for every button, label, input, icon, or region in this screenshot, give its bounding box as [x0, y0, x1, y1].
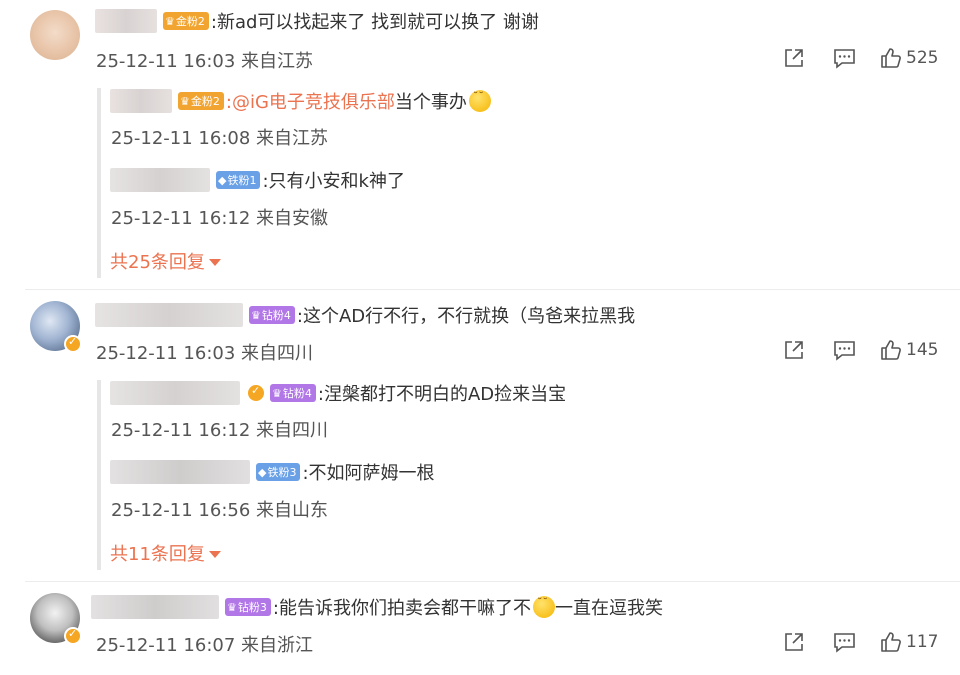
like-icon	[881, 632, 901, 652]
like-button[interactable]: 525	[880, 47, 938, 69]
username[interactable]	[110, 168, 210, 192]
share-icon	[785, 49, 803, 67]
reply-meta: 25-12-11 16:08 来自江苏	[111, 128, 329, 149]
like-button[interactable]: 145	[880, 339, 938, 361]
comment-text: 一直在逗我笑	[554, 598, 663, 619]
reply-thread-line	[97, 380, 101, 570]
verified-icon	[64, 335, 82, 353]
like-button[interactable]: 117	[880, 631, 938, 653]
reply-line: ◆ 铁粉1 :只有小安和k神了	[110, 167, 405, 193]
fan-badge[interactable]: ♛ 金粉2	[163, 12, 209, 30]
share-icon	[785, 633, 803, 651]
fan-badge[interactable]: ♛ 钻粉4	[249, 306, 295, 324]
comment-meta: 25-12-11 16:07 来自浙江	[96, 635, 314, 656]
username[interactable]	[95, 303, 243, 327]
share-button[interactable]	[783, 47, 805, 69]
crown-icon: ♛	[180, 94, 190, 108]
fan-badge[interactable]: ◆ 铁粉3	[256, 463, 301, 481]
crown-icon: ♛	[251, 308, 261, 322]
comment-meta: 25-12-11 16:03 来自四川	[96, 343, 314, 364]
username[interactable]	[110, 381, 240, 405]
fan-badge[interactable]: ♛ 钻粉3	[225, 598, 271, 616]
verified-icon	[64, 627, 82, 645]
share-button[interactable]	[783, 631, 805, 653]
comment-meta: 25-12-11 16:03 来自江苏	[96, 51, 314, 72]
crown-icon: ♛	[227, 600, 237, 614]
like-count: 117	[906, 632, 939, 652]
share-icon	[785, 341, 803, 359]
comment-text: :新ad可以找起来了 找到就可以换了 谢谢	[210, 12, 539, 33]
reply-text: :不如阿萨姆一根	[302, 463, 435, 484]
comment-icon	[834, 633, 855, 653]
username[interactable]	[91, 595, 219, 619]
like-icon	[881, 340, 901, 360]
verified-icon	[248, 384, 264, 401]
like-count: 145	[906, 340, 939, 360]
reply-text: :只有小安和k神了	[262, 171, 405, 192]
mention-link[interactable]: :@iG电子竞技俱乐部	[226, 88, 395, 114]
emoji-icon	[468, 90, 491, 112]
more-replies-link[interactable]: 共25条回复	[110, 248, 221, 274]
more-replies-link[interactable]: 共11条回复	[110, 540, 221, 566]
comment-button[interactable]	[833, 47, 856, 69]
comment-button[interactable]	[833, 339, 856, 361]
reply-meta: 25-12-11 16:56 来自山东	[111, 500, 329, 521]
divider	[25, 289, 960, 290]
caret-down-icon	[208, 258, 221, 266]
like-icon	[881, 48, 901, 68]
emoji-icon	[532, 596, 555, 618]
fan-badge[interactable]: ◆ 铁粉1	[216, 171, 261, 189]
diamond-icon: ◆	[258, 465, 267, 479]
reply-line: ♛ 金粉2 :@iG电子竞技俱乐部 当个事办	[110, 88, 491, 114]
comment-line: ♛ 金粉2 :新ad可以找起来了 找到就可以换了 谢谢	[95, 8, 539, 34]
reply-meta: 25-12-11 16:12 来自安徽	[111, 208, 329, 229]
reply-text: :涅槃都打不明白的AD捡来当宝	[317, 384, 567, 405]
fan-badge[interactable]: ♛ 钻粉4	[270, 384, 316, 402]
comment-button[interactable]	[833, 631, 856, 653]
username[interactable]	[110, 460, 250, 484]
comment-line: ♛ 钻粉4 :这个AD行不行，不行就换（鸟爸来拉黑我	[95, 302, 635, 328]
comment-text: :能告诉我你们拍卖会都干嘛了不	[272, 598, 531, 619]
crown-icon: ♛	[165, 14, 175, 28]
comment-text: :这个AD行不行，不行就换（鸟爸来拉黑我	[296, 306, 636, 327]
diamond-icon: ◆	[218, 173, 227, 187]
comment-icon	[834, 49, 855, 69]
username[interactable]	[110, 89, 172, 113]
caret-down-icon	[208, 550, 221, 558]
reply-text: 当个事办	[394, 92, 467, 113]
fan-badge[interactable]: ♛ 金粉2	[178, 92, 224, 110]
reply-meta: 25-12-11 16:12 来自四川	[111, 420, 329, 441]
comment-icon	[834, 341, 855, 361]
like-count: 525	[906, 48, 939, 68]
reply-line: ♛钻粉4 :涅槃都打不明白的AD捡来当宝	[110, 380, 566, 406]
divider	[25, 581, 960, 582]
comment-line: ♛钻粉3 :能告诉我你们拍卖会都干嘛了不 一直在逗我笑	[91, 594, 663, 620]
avatar[interactable]	[30, 10, 80, 60]
username[interactable]	[95, 9, 157, 33]
share-button[interactable]	[783, 339, 805, 361]
crown-icon: ♛	[272, 386, 282, 400]
reply-thread-line	[97, 88, 101, 278]
reply-line: ◆ 铁粉3 :不如阿萨姆一根	[110, 459, 435, 485]
